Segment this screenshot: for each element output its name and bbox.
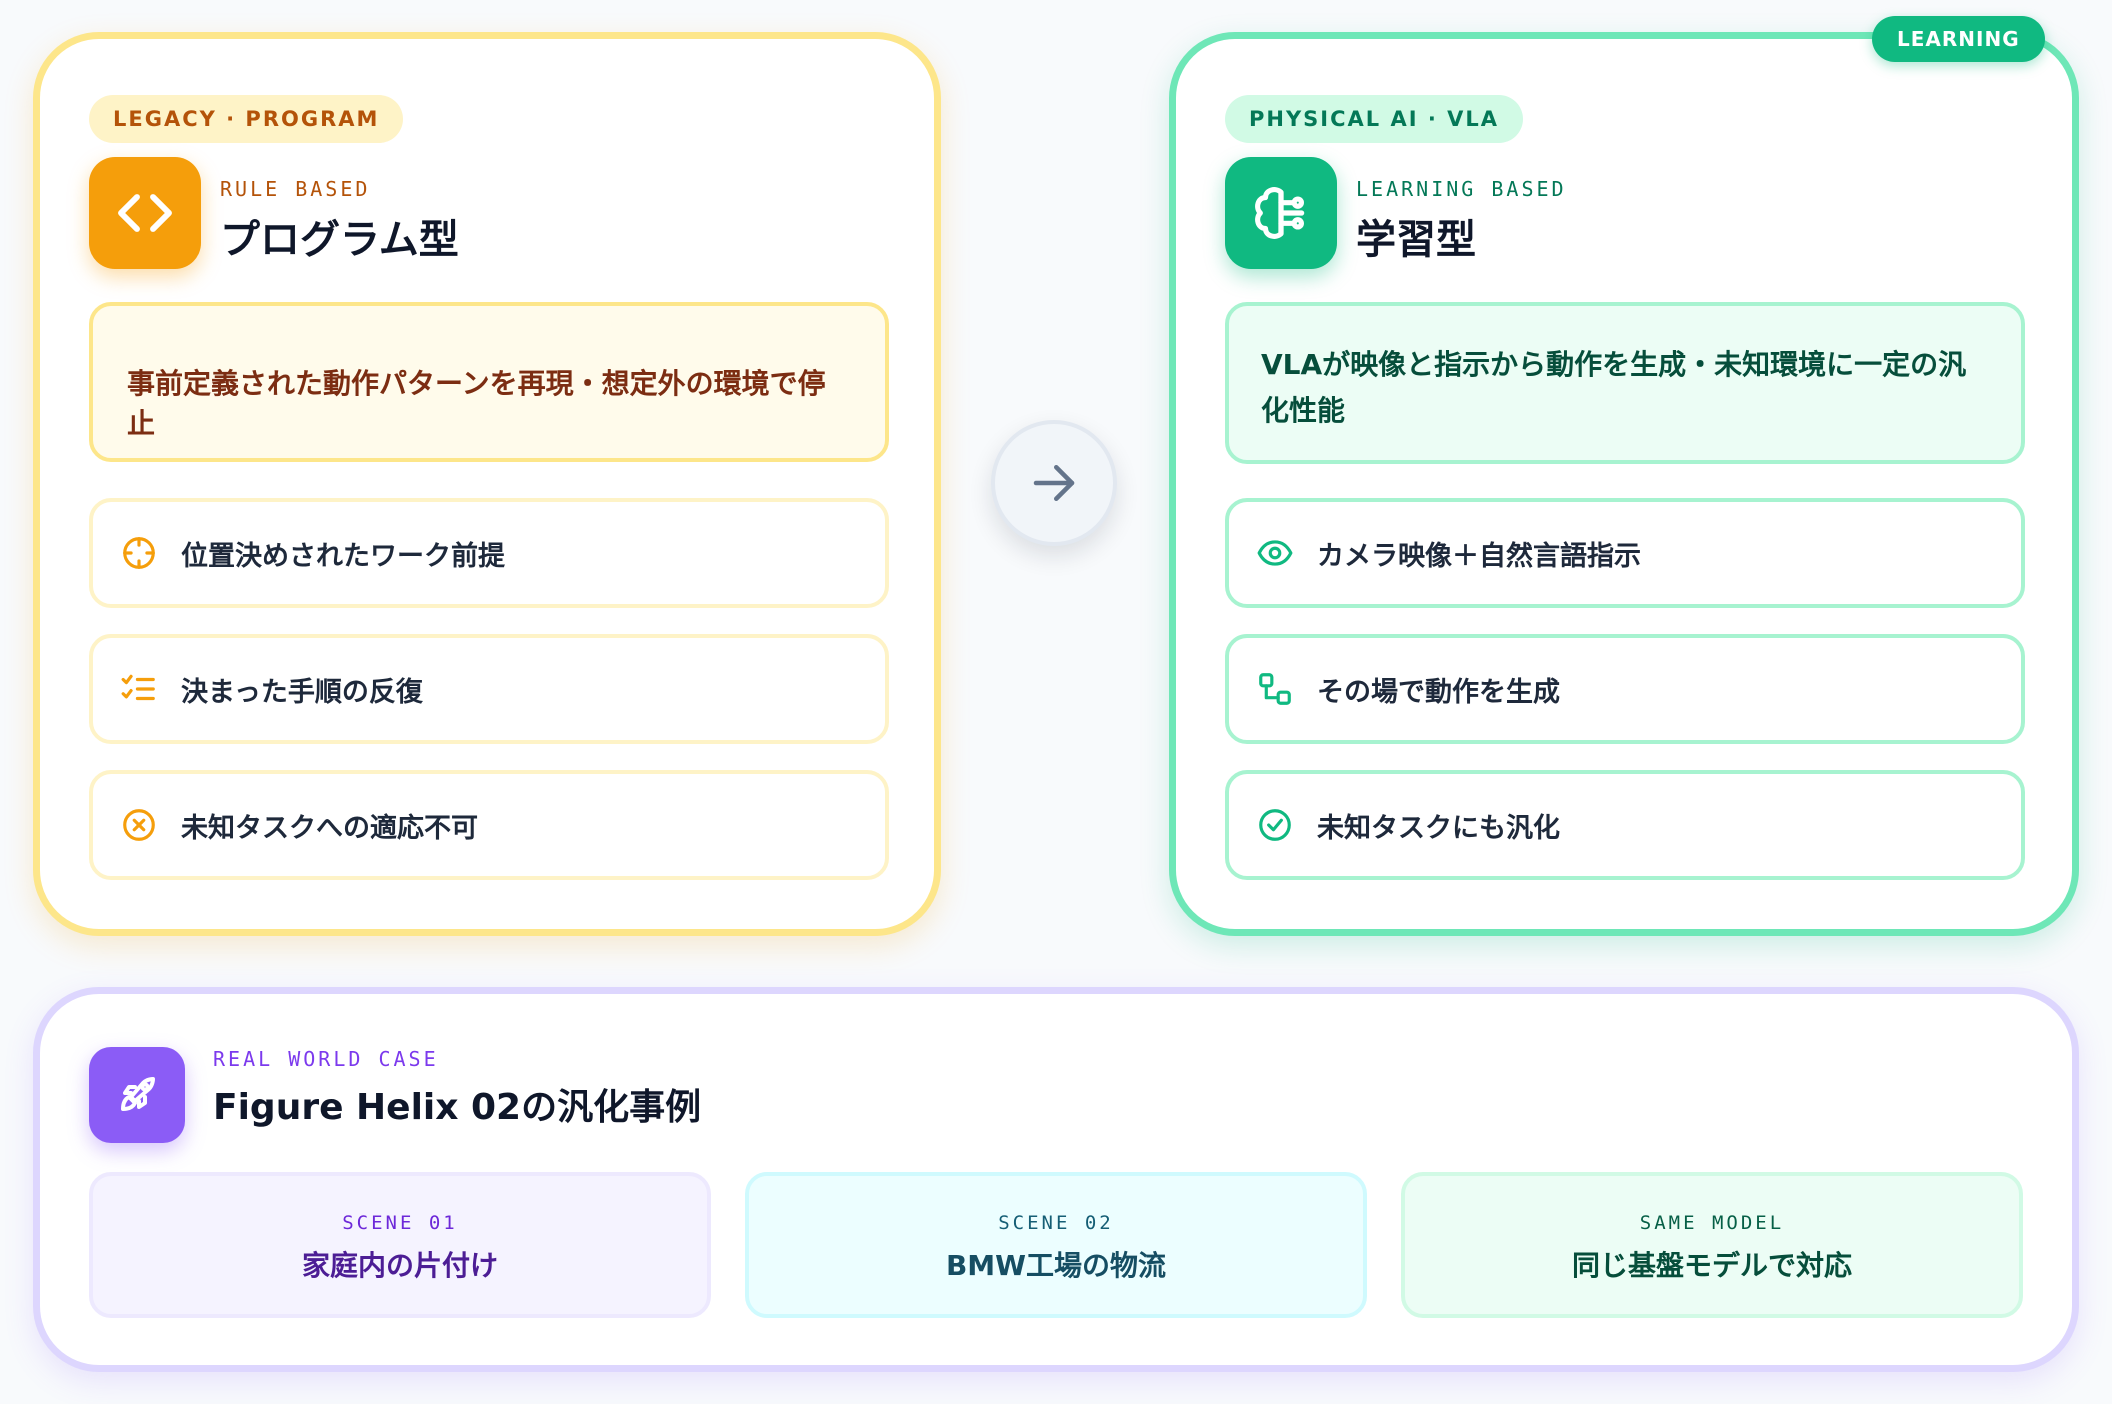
scene-label: 家庭内の片付け [301,1249,498,1282]
scene-kicker: SAME MODEL [1639,1212,1785,1234]
scene-card: SCENE 01 家庭内の片付け [89,1172,711,1318]
legacy-summary: 事前定義された動作パターンを再現・想定外の環境で停止 [89,302,889,462]
case-card: REAL WORLD CASE Figure Helix 02の汎化事例 SCE… [33,987,2079,1372]
learning-kicker: LEARNING BASED [1356,177,1567,201]
legacy-feature-item: 位置決めされたワーク前提 [89,498,889,608]
scene-kicker: SCENE 02 [998,1212,1114,1234]
learning-feature-label: その場で動作を生成 [1317,676,1560,708]
learning-badge: LEARNING [1872,16,2045,62]
workflow-icon [1255,669,1295,709]
learning-feature-item: その場で動作を生成 [1225,634,2025,744]
learning-feature-label: カメラ映像＋自然言語指示 [1317,540,1641,572]
learning-title: 学習型 [1356,217,1476,263]
legacy-feature-label: 位置決めされたワーク前提 [181,540,505,572]
legacy-feature-item: 未知タスクへの適応不可 [89,770,889,880]
scene-label: 同じ基盤モデルで対応 [1571,1249,1852,1282]
arrow-right-icon [991,420,1117,546]
legacy-title: プログラム型 [220,217,459,263]
learning-feature-item: 未知タスクにも汎化 [1225,770,2025,880]
check-circle-icon [1255,805,1295,845]
learning-feature-item: カメラ映像＋自然言語指示 [1225,498,2025,608]
legacy-feature-label: 決まった手順の反復 [181,676,423,708]
code-icon [89,157,201,269]
legacy-feature-item: 決まった手順の反復 [89,634,889,744]
checklist-icon [119,669,159,709]
x-circle-icon [119,805,159,845]
scene-card: SAME MODEL 同じ基盤モデルで対応 [1401,1172,2023,1318]
brain-icon [1225,157,1337,269]
legacy-pill: LEGACY · PROGRAM [89,95,404,143]
scene-kicker: SCENE 01 [342,1212,458,1234]
learning-summary: VLAが映像と指示から動作を生成・未知環境に一定の汎化性能 [1225,302,2025,464]
case-kicker: REAL WORLD CASE [213,1047,439,1071]
learning-card: PHYSICAL AI · VLA LEARNING BASED 学習型 VLA… [1169,32,2079,936]
legacy-feature-label: 未知タスクへの適応不可 [181,812,478,844]
eye-icon [1255,533,1295,573]
learning-feature-label: 未知タスクにも汎化 [1317,812,1560,844]
legacy-card: LEGACY · PROGRAM RULE BASED プログラム型 事前定義さ… [33,32,941,936]
case-title: Figure Helix 02の汎化事例 [213,1087,702,1128]
crosshair-icon [119,533,159,573]
rocket-icon [89,1047,185,1143]
scene-label: BMW工場の物流 [945,1249,1167,1282]
legacy-kicker: RULE BASED [220,177,371,201]
learning-pill: PHYSICAL AI · VLA [1225,95,1524,143]
scene-card: SCENE 02 BMW工場の物流 [745,1172,1367,1318]
